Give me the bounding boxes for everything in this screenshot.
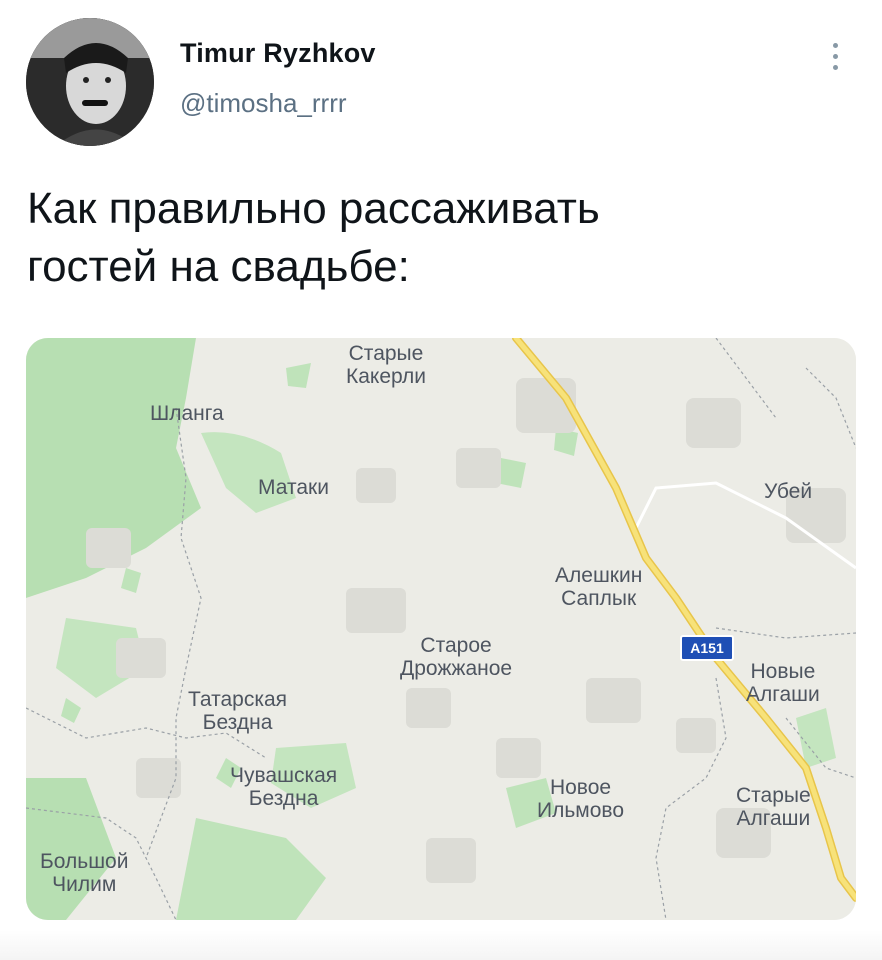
- map-image: [26, 338, 856, 920]
- map-label: Матаки: [258, 476, 329, 499]
- map-label: Большой Чилим: [40, 850, 129, 896]
- map-label: Новые Алгаши: [746, 660, 820, 706]
- map-label: Убей: [764, 480, 813, 503]
- avatar[interactable]: [26, 18, 154, 146]
- author-handle[interactable]: @timosha_rrrr: [180, 88, 347, 119]
- map-label: Чувашская Бездна: [230, 764, 338, 810]
- map-label: Алешкин Саплык: [555, 564, 643, 610]
- map-label: Старые Какерли: [346, 342, 426, 388]
- road-sign-badge: A151: [680, 635, 734, 661]
- map-label: Шланга: [150, 402, 224, 425]
- map-label: Старое Дрожжаное: [400, 634, 513, 680]
- map-label: Старые Алгаши: [736, 784, 811, 830]
- more-vertical-icon[interactable]: [820, 36, 850, 76]
- map-label: Татарская Бездна: [188, 688, 288, 734]
- tweet-media-map[interactable]: Старые Какерли Шланга Матаки Убей Алешки…: [26, 338, 856, 920]
- avatar-portrait-image: [26, 18, 154, 146]
- author-name[interactable]: Timur Ryzhkov: [180, 38, 376, 69]
- tweet-text: Как правильно рассаживать гостей на свад…: [27, 184, 600, 291]
- map-label: Новое Ильмово: [537, 776, 625, 822]
- bottom-fade: [0, 930, 882, 960]
